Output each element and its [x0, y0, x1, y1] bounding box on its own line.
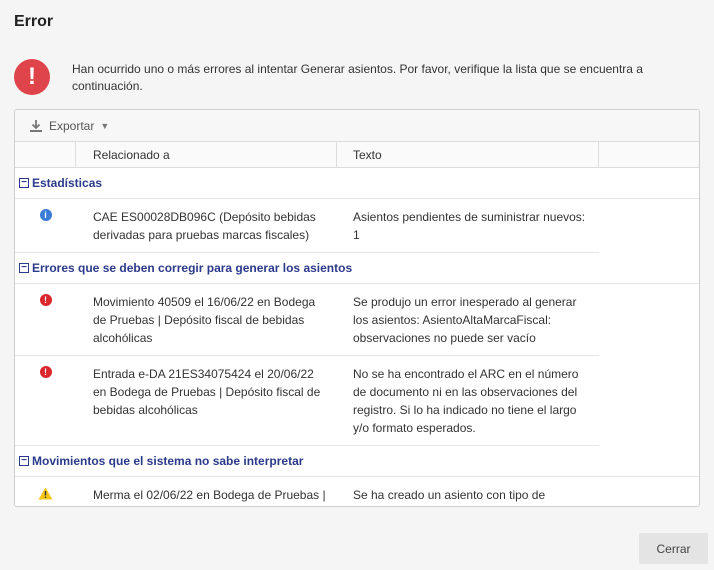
related-cell: Entrada e-DA 21ES34075424 el 20/06/22 en… — [93, 367, 321, 417]
export-label: Exportar — [49, 118, 95, 133]
table-row[interactable]: ! Movimiento 40509 el 16/06/22 en Bodega … — [15, 284, 599, 356]
group-row[interactable]: − Errores que se deben corregir para gene… — [15, 253, 699, 284]
related-cell: Merma el 02/06/22 en Bodega de Pruebas |… — [93, 488, 326, 502]
table-row[interactable]: Merma el 02/06/22 en Bodega de Pruebas |… — [15, 477, 599, 506]
grid-toolbar: Exportar ▼ — [15, 110, 699, 142]
collapse-icon[interactable]: − — [19, 178, 29, 188]
chevron-down-icon: ▼ — [100, 120, 110, 131]
group-row[interactable]: − Estadísticas — [15, 168, 699, 199]
text-cell: Se produjo un error inesperado al genera… — [353, 295, 577, 345]
collapse-icon[interactable]: − — [19, 263, 29, 273]
export-button[interactable]: Exportar ▼ — [29, 119, 109, 133]
error-alert-icon: ! — [14, 59, 50, 95]
column-header-text[interactable]: Texto — [337, 142, 599, 167]
table-row[interactable]: ! Entrada e-DA 21ES34075424 el 20/06/22 e… — [15, 356, 599, 446]
group-row[interactable]: − Movimientos que el sistema no sabe inte… — [15, 446, 699, 477]
group-title: Estadísticas — [32, 176, 103, 190]
dialog-title: Error — [14, 13, 54, 30]
group-title: Movimientos que el sistema no sabe inter… — [32, 454, 304, 468]
download-icon — [30, 119, 42, 132]
row-icon-cell: i — [15, 199, 76, 252]
related-cell: Movimiento 40509 el 16/06/22 en Bodega d… — [93, 295, 316, 345]
related-cell: CAE ES00028DB096C (Depósito bebidas deri… — [93, 210, 316, 242]
warning-icon — [38, 487, 53, 500]
close-button[interactable]: Cerrar — [639, 533, 708, 564]
column-header-related[interactable]: Relacionado a — [76, 142, 337, 167]
grid-body: − Estadísticas i CAE ES00028DB096C (Depósit… — [15, 168, 699, 506]
error-message: Han ocurrido uno o más errores al intent… — [72, 62, 643, 93]
info-icon: i — [39, 209, 52, 221]
group-title: Errores que se deben corregir para gener… — [32, 261, 353, 275]
icon-column-header — [15, 142, 76, 167]
text-cell: No se ha encontrado el ARC en el número … — [353, 367, 579, 435]
error-icon: ! — [39, 366, 52, 378]
collapse-icon[interactable]: − — [19, 456, 29, 466]
row-icon-cell: ! — [15, 284, 76, 355]
row-icon-cell: ! — [15, 356, 76, 445]
row-icon-cell — [15, 477, 76, 506]
text-cell: Asientos pendientes de suministrar nuevo… — [353, 210, 586, 242]
table-row[interactable]: i CAE ES00028DB096C (Depósito bebidas der… — [15, 199, 599, 253]
error-icon: ! — [39, 294, 52, 306]
results-panel: Exportar ▼ Relacionado a Texto − Estadíst… — [14, 109, 700, 507]
text-cell: Se ha creado un asiento con tipo de movi… — [353, 488, 546, 502]
grid-header: Relacionado a Texto — [15, 142, 699, 168]
